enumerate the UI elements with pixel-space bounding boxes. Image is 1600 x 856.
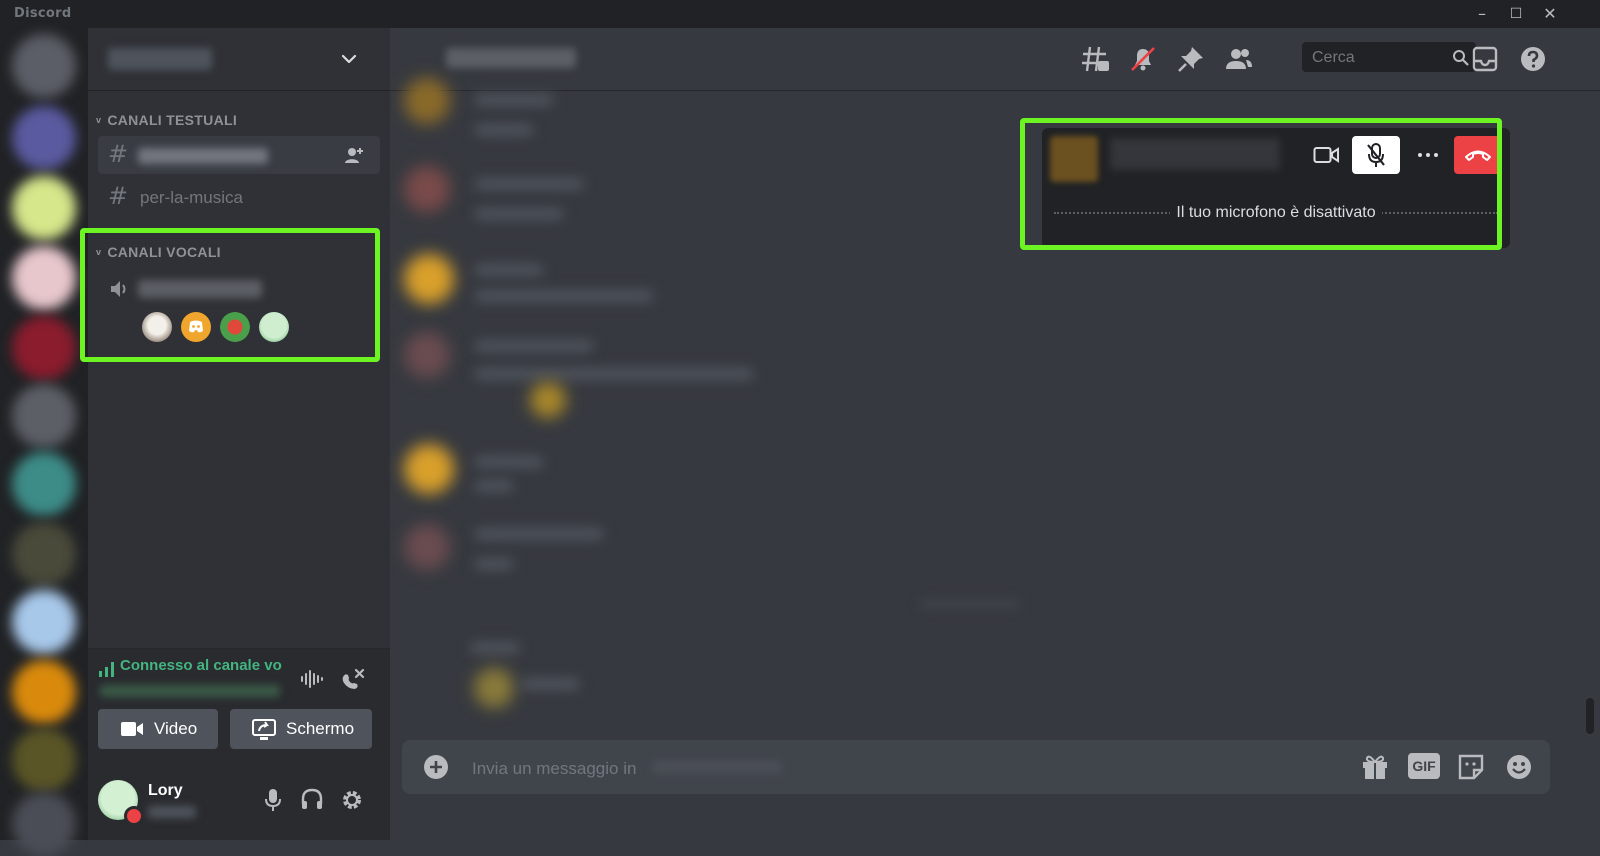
add-attachment-icon[interactable] — [422, 753, 450, 781]
app-title: Discord — [14, 6, 72, 21]
channel-sidebar: v CANALI TESTUALI # # per-la-musica v CANA… — [88, 28, 390, 840]
server-icon[interactable] — [12, 34, 76, 98]
video-button-label: Video — [154, 719, 198, 738]
server-header[interactable] — [88, 28, 390, 91]
threads-icon[interactable] — [1080, 44, 1110, 74]
server-icon[interactable] — [12, 728, 76, 792]
gif-button[interactable]: GIF — [1408, 753, 1440, 779]
search-box[interactable] — [1302, 42, 1476, 72]
server-icon[interactable] — [12, 452, 76, 516]
chat-header — [390, 28, 1600, 91]
gif-label: GIF — [1412, 758, 1436, 774]
member-list-icon[interactable] — [1224, 44, 1254, 74]
microphone-icon[interactable] — [264, 788, 282, 812]
close-window-button[interactable]: ✕ — [1538, 4, 1562, 24]
screen-share-button[interactable]: Schermo — [230, 709, 372, 749]
server-icon[interactable] — [12, 316, 76, 380]
gear-icon[interactable] — [340, 788, 364, 812]
text-channel-per-la-musica[interactable]: # per-la-musica — [98, 178, 380, 216]
highlight-voice-channel — [80, 228, 380, 362]
screen-share-icon — [252, 719, 276, 740]
voice-connection-panel: Connesso al canale vo Video Schermo — [88, 648, 390, 769]
server-icon[interactable] — [12, 590, 76, 654]
invite-member-icon[interactable] — [344, 146, 364, 164]
user-panel: Lory — [88, 768, 390, 840]
highlight-call-overlay — [1020, 118, 1502, 250]
sticker-icon[interactable] — [1456, 752, 1486, 782]
hash-icon: # — [108, 140, 129, 168]
server-icon[interactable] — [12, 246, 76, 310]
screen-button-label: Schermo — [286, 719, 355, 738]
server-icon[interactable] — [12, 384, 76, 448]
search-icon[interactable] — [1452, 49, 1470, 67]
server-icon[interactable] — [12, 660, 76, 724]
connection-status[interactable]: Connesso al canale vo — [120, 657, 282, 674]
noise-suppression-icon[interactable] — [300, 669, 324, 689]
text-channel-active[interactable]: # — [98, 136, 380, 174]
inbox-icon[interactable] — [1470, 44, 1500, 74]
minimize-button[interactable]: – — [1470, 4, 1494, 24]
dnd-status-icon — [124, 806, 144, 826]
server-icon[interactable] — [12, 176, 76, 240]
gift-icon[interactable] — [1360, 752, 1390, 782]
server-list — [0, 28, 88, 856]
category-text-channels[interactable]: v CANALI TESTUALI — [96, 112, 237, 128]
channel-name: per-la-musica — [140, 188, 243, 207]
disconnect-icon[interactable] — [340, 667, 366, 691]
chevron-down-icon: v — [96, 115, 102, 125]
server-icon[interactable] — [12, 522, 76, 586]
server-icon[interactable] — [12, 106, 76, 170]
title-bar: Discord – ☐ ✕ — [0, 0, 1600, 28]
headphones-icon[interactable] — [300, 788, 324, 810]
server-icon[interactable] — [12, 792, 76, 856]
search-input[interactable] — [1310, 46, 1454, 70]
notifications-muted-icon[interactable] — [1128, 44, 1158, 74]
signal-icon — [99, 662, 114, 677]
hash-icon: # — [108, 182, 129, 210]
camera-icon — [121, 722, 143, 736]
maximize-button[interactable]: ☐ — [1504, 4, 1528, 24]
chevron-down-icon[interactable] — [340, 50, 358, 68]
help-icon[interactable] — [1518, 44, 1548, 74]
message-composer: GIF — [402, 740, 1550, 794]
pin-icon[interactable] — [1176, 44, 1206, 74]
emoji-icon[interactable] — [1504, 752, 1534, 782]
message-input[interactable] — [470, 756, 1174, 782]
username: Lory — [148, 782, 183, 799]
video-button[interactable]: Video — [98, 709, 218, 749]
scrollbar[interactable] — [1586, 698, 1594, 734]
